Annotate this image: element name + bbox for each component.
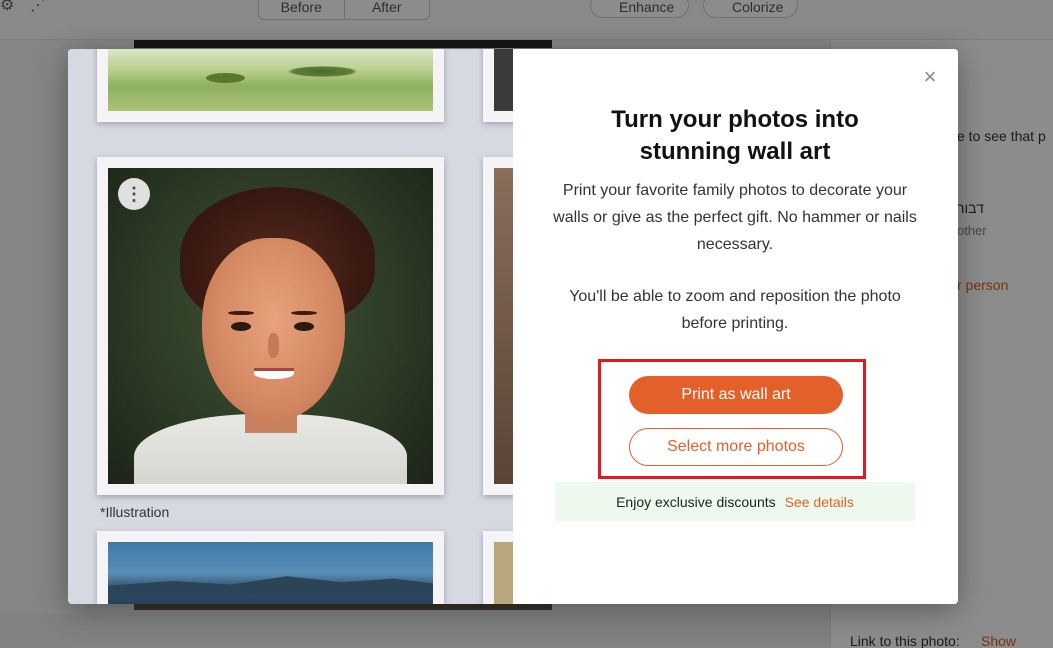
side-frame-top: [483, 49, 513, 122]
modal-description-2: You'll be able to zoom and reposition th…: [569, 288, 901, 332]
discount-text: Enjoy exclusive discounts: [616, 493, 776, 510]
portrait-frame[interactable]: ⋮: [97, 157, 444, 495]
print-wall-art-button[interactable]: Print as wall art: [629, 376, 843, 414]
illustration-caption: *Illustration: [100, 504, 170, 520]
modal-title: Turn your photos into stunning wall art: [611, 106, 859, 165]
see-details-link[interactable]: See details: [785, 494, 854, 510]
portrait-image: ⋮: [108, 168, 433, 484]
landscape-image: [108, 49, 433, 111]
landscape-image-bottom: [108, 542, 433, 604]
discount-banner: Enjoy exclusive discounts See details: [555, 482, 915, 521]
side-frame-bottom: [483, 531, 513, 604]
close-icon[interactable]: ×: [918, 66, 942, 90]
landscape-frame-bottom: [97, 531, 444, 604]
wall-art-modal: ⋮ *Illustration × Turn your photos into …: [68, 49, 958, 604]
modal-description: Print your favorite family photos to dec…: [553, 182, 917, 253]
side-image: [494, 49, 513, 111]
landscape-frame-top: [97, 49, 444, 122]
wall-art-panel: × Turn your photos into stunning wall ar…: [513, 49, 958, 604]
side-frame-middle: [483, 157, 513, 495]
wall-art-gallery: ⋮ *Illustration: [68, 49, 513, 604]
face: [202, 237, 346, 421]
kebab-menu-icon[interactable]: ⋮: [118, 178, 150, 210]
select-more-photos-button[interactable]: Select more photos: [629, 428, 843, 466]
